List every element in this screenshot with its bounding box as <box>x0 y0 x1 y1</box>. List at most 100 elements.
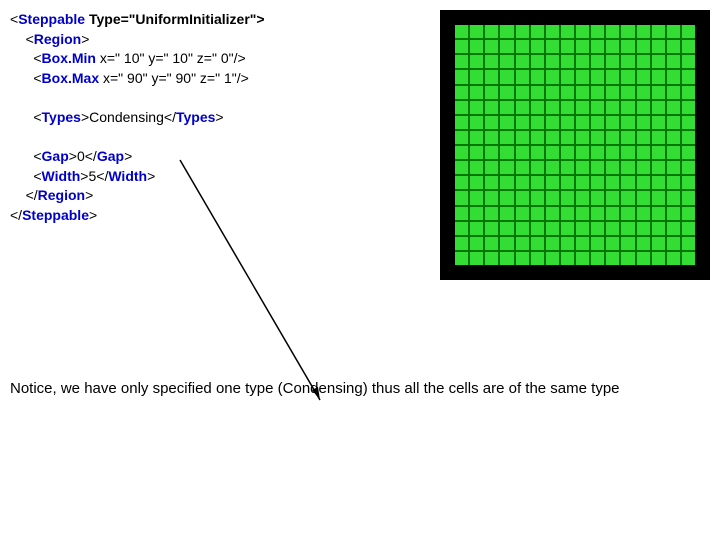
grid-cell <box>455 86 468 99</box>
grid-cell <box>561 237 574 250</box>
grid-cell <box>606 40 619 53</box>
grid-cell <box>561 161 574 174</box>
grid-cell <box>531 237 544 250</box>
grid-cell <box>621 252 634 265</box>
grid-cell <box>561 116 574 129</box>
grid-cell <box>470 40 483 53</box>
grid-cell <box>485 55 498 68</box>
grid-cell <box>500 191 513 204</box>
grid-cell <box>531 101 544 114</box>
grid-cell <box>637 146 650 159</box>
grid-cell <box>516 116 529 129</box>
grid-cell <box>516 237 529 250</box>
grid-cell <box>561 40 574 53</box>
grid-cell <box>470 25 483 38</box>
grid-cell <box>667 86 680 99</box>
grid-cell <box>621 176 634 189</box>
grid-cell <box>561 25 574 38</box>
grid-cell <box>470 131 483 144</box>
grid-cell <box>591 237 604 250</box>
grid-cell <box>667 25 680 38</box>
grid-cell <box>576 70 589 83</box>
grid-cell <box>652 252 665 265</box>
grid-cell <box>591 25 604 38</box>
grid-cell <box>576 40 589 53</box>
grid-cell <box>576 101 589 114</box>
grid-cell <box>516 222 529 235</box>
grid-cell <box>591 40 604 53</box>
grid-cell <box>546 207 559 220</box>
code-line-6: <Gap>0</Gap> <box>10 147 440 167</box>
grid-cell <box>667 252 680 265</box>
grid-cell <box>591 116 604 129</box>
grid-cell <box>621 55 634 68</box>
grid-cell <box>485 176 498 189</box>
grid-cell <box>606 222 619 235</box>
grid-cell <box>546 25 559 38</box>
grid-cell <box>591 252 604 265</box>
grid-cell <box>516 207 529 220</box>
grid-cell <box>531 131 544 144</box>
grid-cell <box>621 191 634 204</box>
grid-cell <box>531 40 544 53</box>
grid-cell <box>637 176 650 189</box>
grid-cell <box>682 101 695 114</box>
grid-cell <box>546 131 559 144</box>
grid-cell <box>667 116 680 129</box>
grid-cell <box>576 207 589 220</box>
grid-cell <box>606 176 619 189</box>
grid-cell <box>561 222 574 235</box>
grid-cell <box>470 55 483 68</box>
grid-cell <box>531 252 544 265</box>
grid-cell <box>546 222 559 235</box>
notice-text: Notice, we have only specified one type … <box>10 380 710 397</box>
grid-cell <box>606 55 619 68</box>
code-line-2: <Region> <box>10 30 440 50</box>
grid-cell <box>591 131 604 144</box>
grid-cell <box>455 191 468 204</box>
grid-cell <box>682 207 695 220</box>
grid-cell <box>500 40 513 53</box>
grid-cell <box>652 207 665 220</box>
grid-cell <box>682 176 695 189</box>
grid-cell <box>606 70 619 83</box>
grid-cell <box>667 161 680 174</box>
content-area: <Steppable Type="UniformInitializer"> <R… <box>10 10 710 280</box>
grid-cell <box>500 116 513 129</box>
grid-cell <box>576 25 589 38</box>
grid-cell <box>485 161 498 174</box>
grid-cell <box>470 146 483 159</box>
grid-cell <box>455 70 468 83</box>
grid-cell <box>667 55 680 68</box>
grid-cell <box>561 146 574 159</box>
grid-cell <box>531 116 544 129</box>
grid-cell <box>606 207 619 220</box>
grid-cell <box>485 191 498 204</box>
grid-cell <box>500 25 513 38</box>
grid-cell <box>470 116 483 129</box>
grid-cell <box>561 176 574 189</box>
grid-cell <box>652 86 665 99</box>
grid-cell <box>621 101 634 114</box>
grid-cell <box>531 70 544 83</box>
grid-cell <box>516 252 529 265</box>
grid-cell <box>516 146 529 159</box>
grid-cell <box>652 161 665 174</box>
grid-cell <box>561 70 574 83</box>
grid-cell <box>546 237 559 250</box>
grid-cell <box>667 40 680 53</box>
grid-cell <box>682 161 695 174</box>
grid-cell <box>637 237 650 250</box>
grid-cell <box>637 222 650 235</box>
grid-cell <box>455 237 468 250</box>
grid-cell <box>531 86 544 99</box>
grid-cell <box>485 25 498 38</box>
grid-cell <box>576 116 589 129</box>
grid-cell <box>470 222 483 235</box>
grid-cell <box>682 55 695 68</box>
grid-cell <box>652 237 665 250</box>
grid-cell <box>682 191 695 204</box>
xml-code-block: <Steppable Type="UniformInitializer"> <R… <box>10 10 440 226</box>
grid-cell <box>606 161 619 174</box>
cell-grid <box>455 25 695 265</box>
